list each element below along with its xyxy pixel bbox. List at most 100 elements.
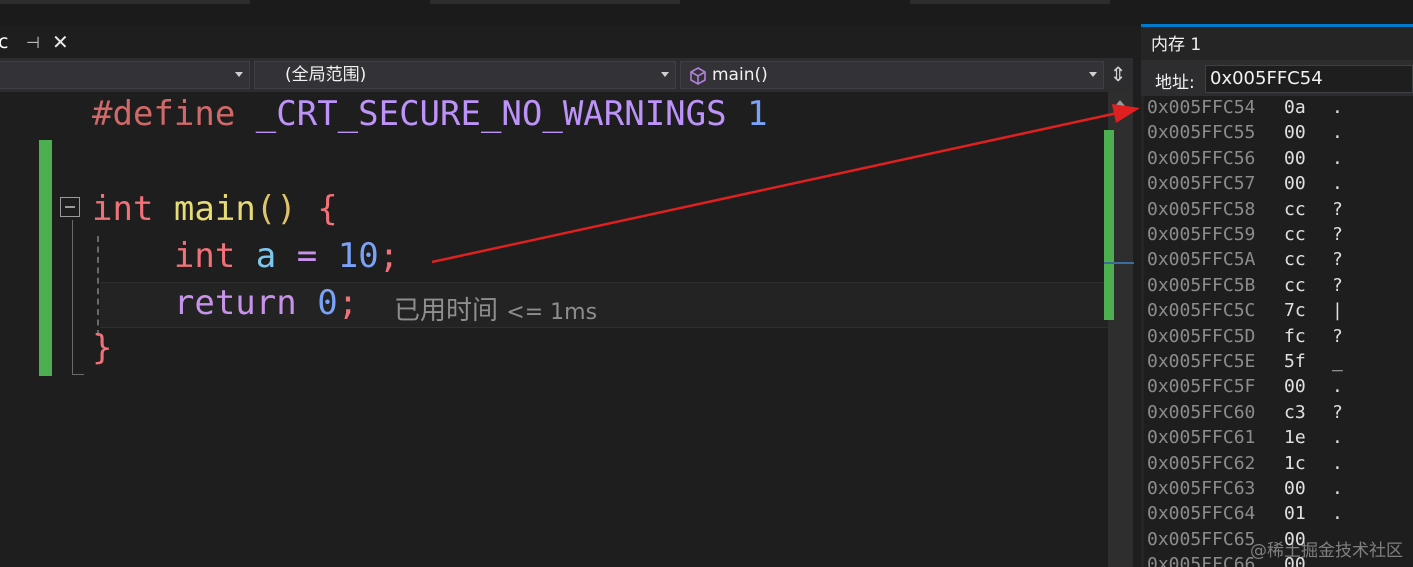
memory-hex-byte: 01: [1284, 503, 1306, 525]
pin-icon[interactable]: ⊣: [26, 33, 40, 52]
function-name: main: [173, 189, 256, 229]
collapse-icon[interactable]: [60, 197, 80, 217]
editor-tab-label[interactable]: c: [0, 31, 8, 53]
navigation-bar: (全局范围) main() ⇕: [0, 58, 1133, 92]
var-type: int: [173, 236, 236, 276]
memory-char: _: [1332, 351, 1343, 372]
memory-address: 0x005FFC59: [1147, 224, 1256, 245]
code-editor[interactable]: #define _CRT_SECURE_NO_WARNINGS 1 int ma…: [0, 92, 1108, 567]
define-directive: #define: [92, 94, 236, 134]
change-tracking-bar: [39, 140, 52, 376]
address-label: 地址:: [1155, 73, 1195, 93]
memory-address: 0x005FFC66: [1147, 554, 1256, 567]
memory-char: .: [1332, 173, 1343, 195]
var-name: a: [255, 236, 277, 276]
top-strip-segment: [430, 0, 680, 4]
memory-address: 0x005FFC56: [1147, 147, 1256, 169]
memory-char: .: [1332, 122, 1343, 144]
memory-hex-byte: 00: [1284, 147, 1306, 169]
memory-char: .: [1332, 376, 1343, 398]
project-dropdown[interactable]: [0, 61, 250, 89]
memory-address: 0x005FFC55: [1147, 122, 1256, 144]
memory-address: 0x005FFC65: [1147, 528, 1256, 550]
return-keyword: return: [173, 283, 297, 323]
perf-tip[interactable]: 已用时间 <= 1ms: [394, 290, 597, 327]
memory-address: 0x005FFC54: [1147, 97, 1256, 118]
window-top-strip: [0, 0, 1413, 26]
memory-hex-byte: cc: [1284, 249, 1306, 271]
memory-char: .: [1332, 427, 1343, 449]
var-value: 10: [337, 236, 379, 276]
memory-address: 0x005FFC61: [1147, 427, 1256, 449]
memory-char: |: [1332, 300, 1343, 322]
function-dropdown[interactable]: main(): [680, 61, 1104, 89]
scope-dropdown[interactable]: (全局范围): [254, 61, 676, 89]
memory-hex-byte: cc: [1284, 198, 1306, 220]
memory-address: 0x005FFC5B: [1147, 274, 1256, 296]
memory-grid[interactable]: 0x005FFC54 0a. 0x005FFC55 00. 0x005FFC56 00. 0…: [1144, 96, 1413, 567]
memory-address: 0x005FFC57: [1147, 173, 1256, 195]
function-parens: (): [255, 189, 297, 229]
memory-char: ?: [1332, 198, 1343, 220]
memory-hex-byte: cc: [1284, 274, 1306, 296]
address-input[interactable]: 0x005FFC54: [1205, 65, 1413, 93]
code-line-3[interactable]: int main() {: [92, 187, 338, 231]
memory-char: .: [1332, 503, 1343, 525]
scroll-up-icon[interactable]: [1115, 100, 1125, 106]
code-line-5[interactable]: return 0;: [92, 281, 358, 325]
macro-name: _CRT_SECURE_NO_WARNINGS: [255, 94, 727, 134]
memory-hex-byte: 1e: [1284, 427, 1306, 449]
memory-address: 0x005FFC60: [1147, 401, 1256, 423]
memory-address: 0x005FFC63: [1147, 478, 1256, 499]
scrollbar-caret-marker: [1104, 262, 1134, 264]
memory-char: .: [1332, 97, 1343, 118]
memory-address: 0x005FFC62: [1147, 452, 1256, 474]
macro-value: 1: [747, 94, 768, 134]
memory-char: ?: [1332, 325, 1343, 347]
outline-guide-end: [72, 374, 84, 375]
memory-hex-byte: cc: [1284, 224, 1306, 245]
assign-operator: =: [296, 236, 318, 276]
close-icon[interactable]: ✕: [52, 30, 69, 54]
scope-dropdown-value: (全局范围): [285, 65, 367, 85]
split-editor-button[interactable]: ⇕: [1106, 61, 1130, 89]
memory-hex-byte: 0a: [1284, 97, 1306, 118]
code-line-6[interactable]: }: [92, 326, 112, 370]
semicolon: ;: [378, 236, 400, 276]
code-line-1[interactable]: #define _CRT_SECURE_NO_WARNINGS 1: [92, 92, 768, 136]
watermark: @稀土掘金技术社区: [1250, 541, 1403, 561]
memory-char: .: [1332, 147, 1343, 169]
memory-window-title[interactable]: 内存 1: [1151, 30, 1201, 55]
outline-guide: [72, 220, 73, 374]
return-type: int: [92, 189, 154, 229]
memory-hex-byte: 7c: [1284, 300, 1306, 322]
memory-char: ?: [1332, 401, 1343, 423]
memory-address: 0x005FFC5D: [1147, 325, 1256, 347]
cube-icon: [690, 67, 706, 85]
return-value: 0: [317, 283, 338, 323]
memory-char: ?: [1332, 274, 1343, 296]
editor-tab-strip: c ⊣ ✕: [0, 26, 1133, 58]
memory-address: 0x005FFC5C: [1147, 300, 1256, 322]
perf-tip-label: 已用时间: [394, 296, 499, 326]
vertical-scrollbar[interactable]: [1104, 92, 1134, 567]
chevron-down-icon: [661, 72, 669, 77]
memory-hex-byte: 00: [1284, 478, 1306, 499]
memory-char: .: [1332, 452, 1343, 474]
close-brace: }: [92, 328, 113, 368]
memory-char: ?: [1332, 224, 1343, 245]
memory-address: 0x005FFC58: [1147, 198, 1256, 220]
memory-address: 0x005FFC5E: [1147, 351, 1256, 372]
memory-hex-byte: 00: [1284, 376, 1306, 398]
code-line-4[interactable]: int a = 10;: [92, 234, 399, 278]
memory-hex-byte: c3: [1284, 401, 1306, 423]
top-strip-segment: [0, 0, 250, 4]
perf-tip-value: <= 1ms: [506, 300, 598, 325]
split-icon: ⇕: [1109, 62, 1127, 86]
open-brace: {: [317, 189, 338, 229]
function-dropdown-value: main(): [712, 65, 768, 85]
memory-address: 0x005FFC5A: [1147, 249, 1256, 271]
memory-hex-byte: fc: [1284, 325, 1306, 347]
top-strip-segment: [910, 0, 1110, 4]
memory-window-accent: [1141, 24, 1413, 27]
